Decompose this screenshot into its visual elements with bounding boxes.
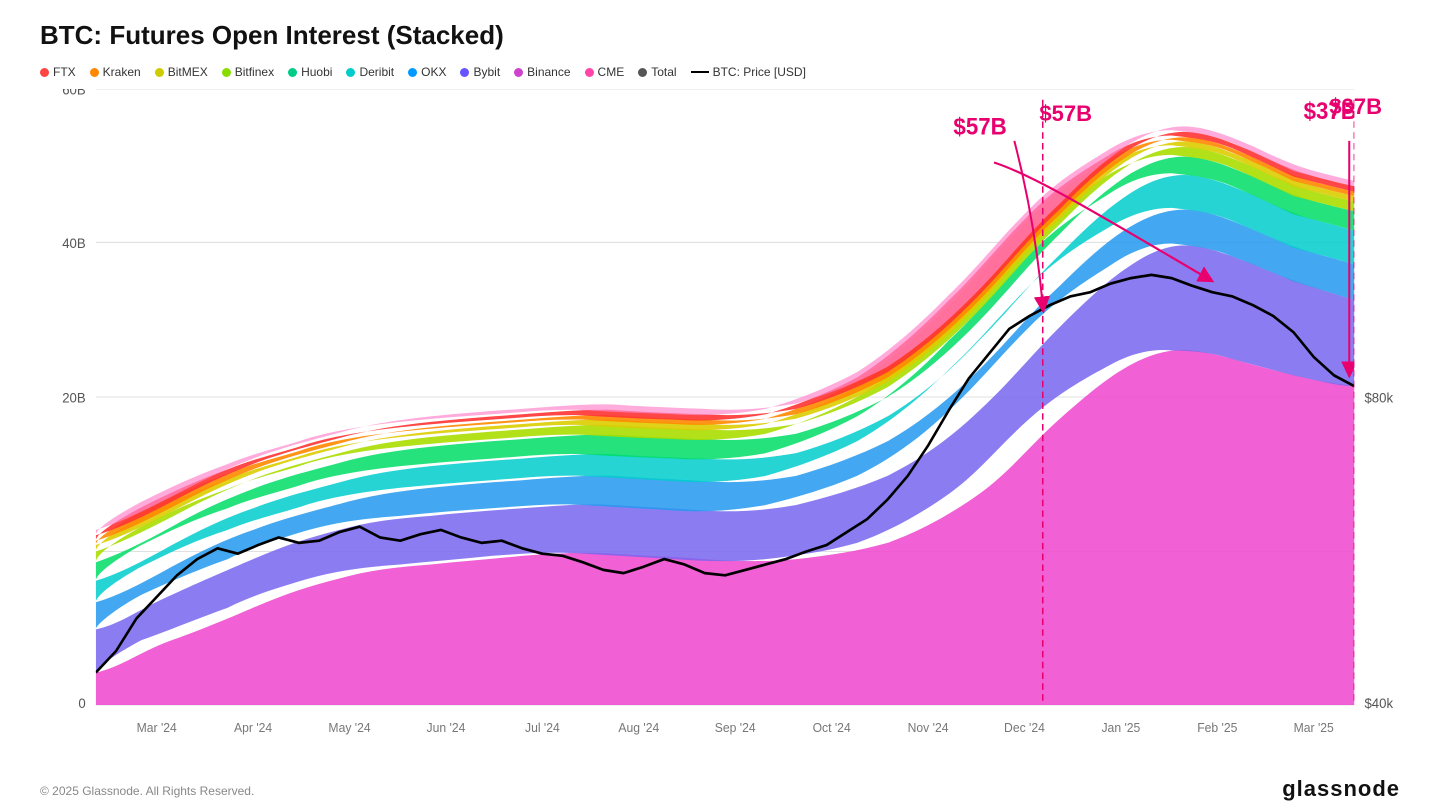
svg-text:40B: 40B — [62, 235, 85, 250]
chart-title: BTC: Futures Open Interest (Stacked) — [40, 20, 1400, 51]
svg-text:Sep '24: Sep '24 — [715, 721, 756, 735]
svg-text:Feb '25: Feb '25 — [1197, 721, 1237, 735]
legend-label: Bitfinex — [235, 65, 274, 79]
legend-label: Kraken — [103, 65, 141, 79]
legend-label: FTX — [53, 65, 76, 79]
legend-label: OKX — [421, 65, 446, 79]
chart-area: $57B $37B 60B 40B 20B 0 $80k $40k — [40, 89, 1400, 759]
legend-item: BTC: Price [USD] — [691, 65, 806, 79]
svg-text:Apr '24: Apr '24 — [234, 721, 272, 735]
legend-item: Bybit — [460, 65, 500, 79]
legend-label: Total — [651, 65, 676, 79]
legend-item: Kraken — [90, 65, 141, 79]
legend-label: Deribit — [359, 65, 394, 79]
svg-text:Mar '25: Mar '25 — [1294, 721, 1334, 735]
copyright-text: © 2025 Glassnode. All Rights Reserved. — [40, 784, 254, 798]
svg-text:Jun '24: Jun '24 — [427, 721, 466, 735]
svg-text:$57B: $57B — [953, 113, 1006, 140]
svg-text:0: 0 — [78, 696, 86, 711]
legend-label: BTC: Price [USD] — [713, 65, 806, 79]
chart-svg: 60B 40B 20B 0 $80k $40k Mar '24 Apr '24 … — [40, 89, 1400, 759]
svg-text:Jan '25: Jan '25 — [1101, 721, 1140, 735]
svg-text:Dec '24: Dec '24 — [1004, 721, 1045, 735]
legend-item: FTX — [40, 65, 76, 79]
svg-text:20B: 20B — [62, 390, 85, 405]
legend-item: BitMEX — [155, 65, 208, 79]
svg-text:Mar '24: Mar '24 — [137, 721, 177, 735]
legend-item: Total — [638, 65, 676, 79]
legend-label: CME — [598, 65, 625, 79]
legend-item: Binance — [514, 65, 570, 79]
annotation-37b: $37B — [1329, 94, 1382, 120]
svg-text:$40k: $40k — [1364, 696, 1393, 711]
svg-text:May '24: May '24 — [328, 721, 370, 735]
svg-text:Aug '24: Aug '24 — [618, 721, 659, 735]
svg-text:Jul '24: Jul '24 — [525, 721, 560, 735]
legend-item: Deribit — [346, 65, 394, 79]
legend-label: BitMEX — [168, 65, 208, 79]
chart-container: BTC: Futures Open Interest (Stacked) FTX… — [40, 20, 1400, 770]
brand-logo: glassnode — [1282, 776, 1400, 802]
annotation-57b: $57B — [1039, 101, 1092, 127]
legend-item: Huobi — [288, 65, 332, 79]
legend-item: Bitfinex — [222, 65, 274, 79]
svg-text:$80k: $80k — [1364, 390, 1393, 405]
legend-label: Huobi — [301, 65, 332, 79]
legend-label: Bybit — [473, 65, 500, 79]
svg-text:Nov '24: Nov '24 — [908, 721, 949, 735]
legend-label: Binance — [527, 65, 570, 79]
legend-item: CME — [585, 65, 625, 79]
svg-text:Oct '24: Oct '24 — [813, 721, 851, 735]
svg-text:60B: 60B — [62, 89, 85, 97]
legend: FTX Kraken BitMEX Bitfinex Huobi Deribit OKX By… — [40, 65, 1400, 79]
legend-item: OKX — [408, 65, 446, 79]
